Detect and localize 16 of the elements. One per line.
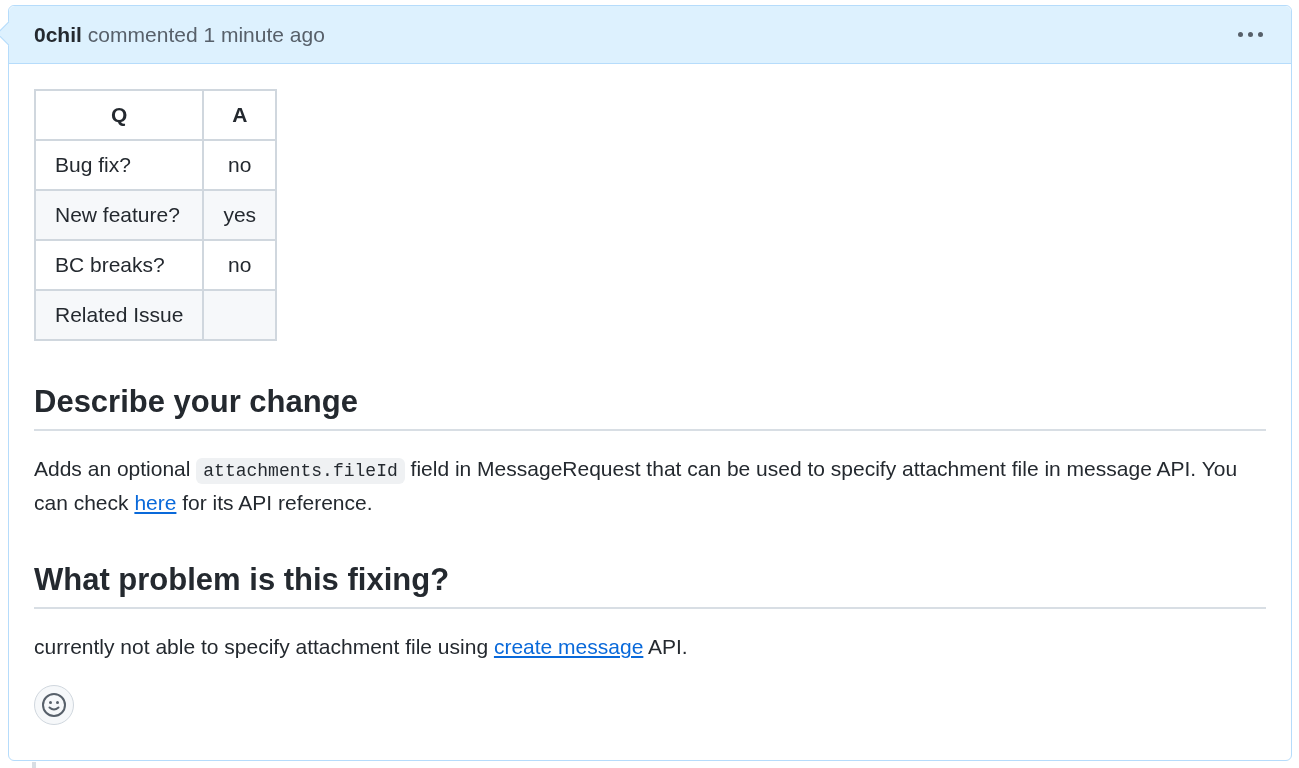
- author-name[interactable]: 0chil: [34, 22, 82, 47]
- table-cell: Related Issue: [35, 290, 204, 340]
- table-cell: yes: [203, 190, 277, 240]
- table-cell: New feature?: [35, 190, 204, 240]
- add-reaction-button[interactable]: [34, 685, 74, 726]
- paragraph: Adds an optional attachments.fileId field in MessageRequest that can be used to specify attachment file in message API. You can check here for its API reference.: [34, 456, 1239, 517]
- section-heading: What problem is this fixing?: [34, 561, 1266, 610]
- comment-timestamp: commented 1 minute ago: [87, 22, 325, 47]
- inline-code: attachments.fileId: [196, 458, 405, 485]
- table-header: Q: [35, 90, 204, 140]
- link[interactable]: create message: [493, 635, 644, 659]
- table-header: A: [203, 90, 277, 140]
- link[interactable]: here: [134, 491, 177, 515]
- section-heading: Describe your change: [34, 383, 1266, 432]
- paragraph: currently not able to specify attachment file using create message API.: [34, 634, 689, 661]
- smiley-icon: [41, 692, 67, 719]
